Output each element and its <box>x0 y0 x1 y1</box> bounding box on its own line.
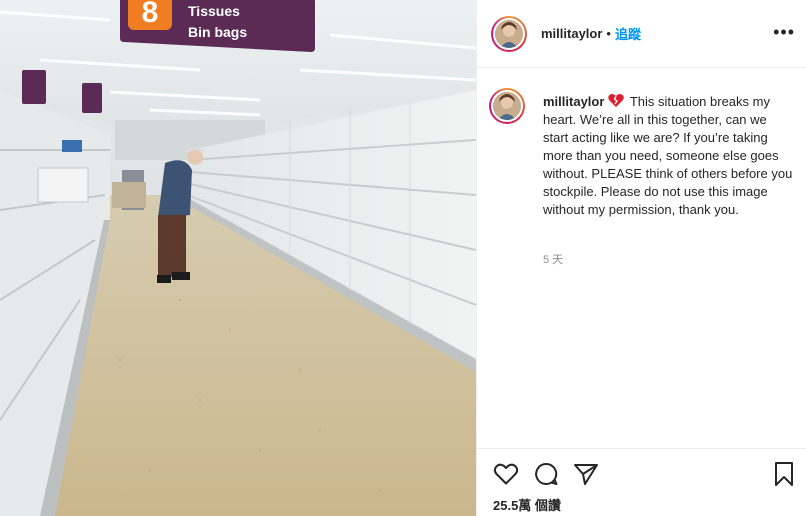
caption-body: This situation breaks my heart. We’re al… <box>543 94 796 217</box>
aisle-sign-line2: Bin bags <box>188 24 247 40</box>
comment-bubble-icon[interactable] <box>533 462 559 486</box>
post-timestamp[interactable]: 5 天 <box>543 251 563 267</box>
separator-dot: • <box>606 26 611 41</box>
caption-avatar[interactable] <box>491 90 523 122</box>
post-photo[interactable]: 8 Tissues Bin bags <box>0 0 476 516</box>
heart-outline-icon[interactable] <box>493 462 519 486</box>
bookmark-icon[interactable] <box>773 461 795 487</box>
more-options-icon[interactable]: ••• <box>773 22 795 42</box>
post-side-panel: millitaylor • 追蹤 ••• millitaylor This si… <box>476 0 806 516</box>
profile-picture-icon <box>495 19 523 48</box>
paper-plane-icon[interactable] <box>573 462 599 486</box>
aisle-sign-line1: Tissues <box>188 3 240 19</box>
header-username[interactable]: millitaylor <box>541 26 602 41</box>
comments-area: millitaylor This situation breaks my hea… <box>477 68 806 448</box>
story-ring[interactable] <box>491 15 527 52</box>
avatar[interactable] <box>493 17 525 50</box>
supermarket-aisle-image: 8 Tissues Bin bags <box>0 0 476 516</box>
action-bar: 25.5萬 個讚 <box>477 448 806 516</box>
profile-picture-icon <box>493 92 521 120</box>
aisle-number: 8 <box>142 0 159 29</box>
post-header: millitaylor • 追蹤 ••• <box>477 0 806 68</box>
caption-username[interactable]: millitaylor <box>543 94 604 109</box>
caption-story-ring[interactable] <box>489 88 525 124</box>
caption-text: millitaylor This situation breaks my hea… <box>543 93 793 219</box>
follow-button[interactable]: 追蹤 <box>615 24 641 43</box>
views-count[interactable]: 25.5萬 個讚 <box>493 495 561 514</box>
broken-heart-icon <box>608 93 625 107</box>
